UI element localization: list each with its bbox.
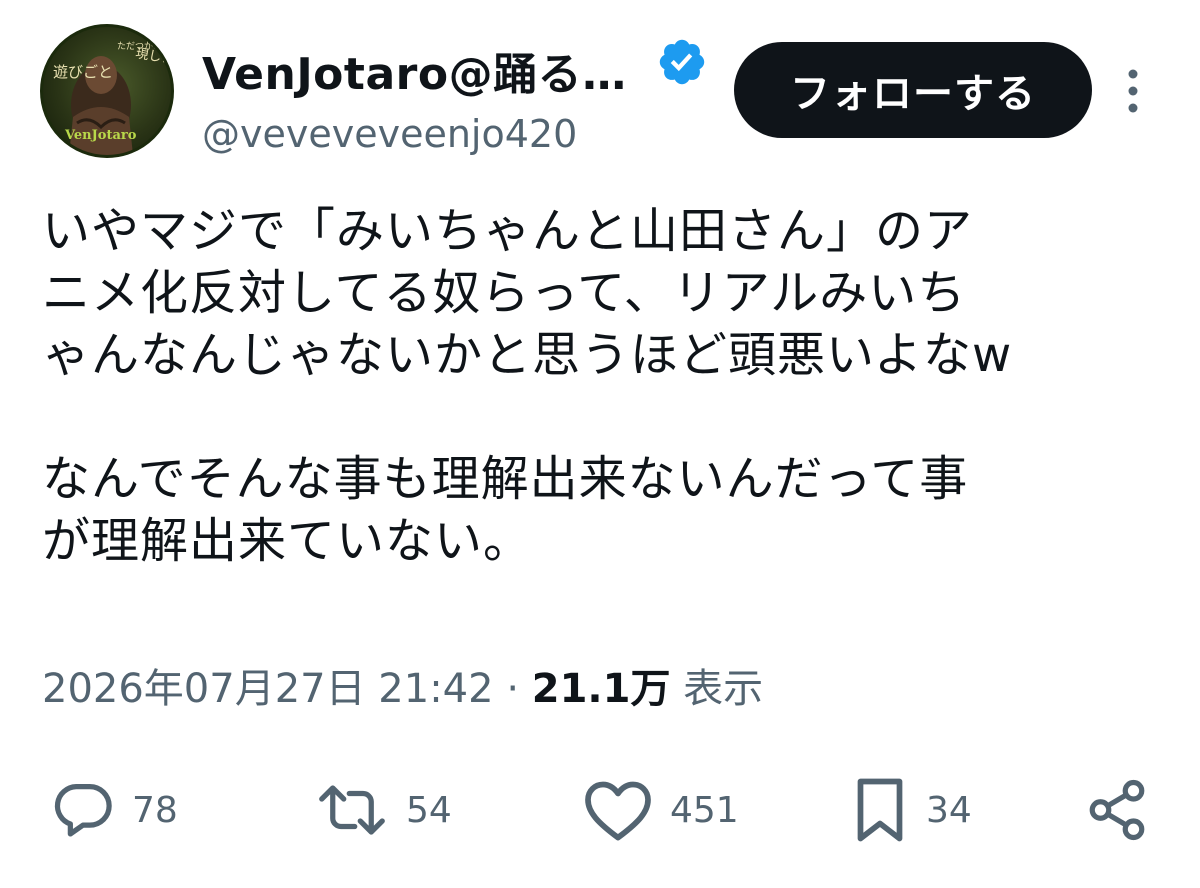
action-bar: 78 54 451 34 bbox=[0, 770, 1200, 850]
avatar[interactable]: 現し世は ただつかの間の 遊びごと VenJotaro bbox=[40, 24, 174, 158]
heart-icon bbox=[585, 781, 651, 841]
retweet-button[interactable]: 54 bbox=[312, 770, 452, 850]
verified-badge-icon bbox=[659, 39, 705, 85]
bookmark-button[interactable]: 34 bbox=[848, 770, 972, 850]
share-button[interactable] bbox=[1084, 770, 1150, 850]
meta-separator: · bbox=[506, 666, 520, 712]
bookmark-count: 34 bbox=[926, 789, 972, 831]
avatar-text-4: VenJotaro bbox=[64, 128, 137, 143]
retweet-count: 54 bbox=[406, 789, 452, 831]
like-button[interactable]: 451 bbox=[580, 770, 739, 850]
views-label: 表示 bbox=[683, 666, 764, 712]
views-count: 21.1万 bbox=[531, 666, 671, 712]
bookmark-icon bbox=[857, 778, 903, 842]
avatar-image: 現し世は ただつかの間の 遊びごと VenJotaro bbox=[53, 41, 171, 155]
avatar-text-3: 遊びごと bbox=[53, 63, 113, 81]
user-handle[interactable]: @veveveveenjo420 bbox=[202, 112, 577, 156]
tweet-card: 現し世は ただつかの間の 遊びごと VenJotaro VenJotaro@踊る… bbox=[0, 0, 1200, 888]
retweet-icon bbox=[319, 785, 385, 835]
share-icon bbox=[1089, 779, 1145, 841]
more-options-icon[interactable] bbox=[1118, 66, 1148, 116]
avatar-text-2: ただつかの間の bbox=[117, 41, 171, 52]
tweet-meta: 2026年07月27日 21:42 · 21.1万 表示 bbox=[42, 656, 763, 714]
timestamp[interactable]: 2026年07月27日 21:42 bbox=[42, 666, 494, 712]
reply-count: 78 bbox=[132, 789, 178, 831]
display-name[interactable]: VenJotaro@踊る… bbox=[202, 38, 627, 102]
tweet-text: いやマジで「みいちゃんと山田さん」のア ニメ化反対してる奴らって、リアルみいち … bbox=[42, 203, 1013, 569]
reply-button[interactable]: 78 bbox=[48, 770, 178, 850]
reply-icon bbox=[54, 784, 112, 837]
like-count: 451 bbox=[670, 789, 739, 831]
follow-button[interactable]: フォローする bbox=[734, 42, 1092, 138]
